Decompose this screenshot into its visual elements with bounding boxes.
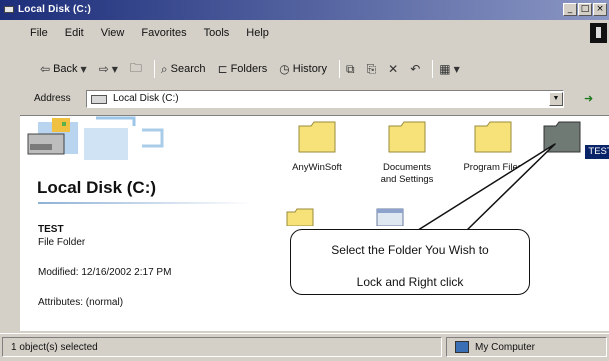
my-computer-icon (455, 341, 469, 353)
address-label: Address (34, 93, 71, 104)
history-label: History (292, 63, 327, 75)
folder-view: Local Disk (C:) TEST File Folder Modifie… (20, 115, 609, 331)
copy-to-icon: ⎘ (366, 61, 377, 76)
instruction-callout: Select the Folder You Wish to Lock and R… (290, 229, 530, 295)
drive-icon (91, 95, 107, 104)
views-button[interactable]: ▦ ▼ (439, 62, 460, 76)
menu-view[interactable]: View (101, 27, 125, 39)
forward-arrow-icon: ⇨ (98, 62, 109, 76)
back-arrow-icon: ⇦ (40, 62, 51, 76)
folders-icon: ⊏ (217, 62, 228, 76)
forward-button[interactable]: ⇨ ▼ (99, 62, 118, 76)
move-to-button[interactable]: ⧉ (346, 62, 355, 77)
toolbar-separator (153, 60, 155, 78)
menu-help[interactable]: Help (246, 27, 269, 39)
folders-label: Folders (230, 63, 268, 75)
window-title: Local Disk (C:) (18, 4, 92, 15)
move-to-icon: ⧉ (345, 61, 355, 76)
delete-icon: ✕ (388, 62, 399, 76)
windows-logo-icon (590, 23, 607, 43)
dropdown-arrow-icon: ▼ (453, 64, 460, 74)
address-value: Local Disk (C:) (113, 93, 179, 104)
copy-to-button[interactable]: ⎘ (367, 62, 377, 77)
toolbar-separator (432, 60, 434, 78)
dropdown-arrow-icon: ▼ (80, 64, 87, 74)
status-zone-text: My Computer (475, 342, 536, 353)
go-arrow-icon[interactable]: ➜ (584, 92, 593, 105)
back-button[interactable]: ⇦ Back ▼ (40, 62, 87, 76)
address-bar: Address Local Disk (C:) ▼ ➜ (0, 88, 609, 110)
search-label: Search (170, 63, 206, 75)
close-button[interactable]: × (593, 3, 607, 16)
status-cell-selection: 1 object(s) selected (2, 337, 442, 357)
menu-tools[interactable]: Tools (204, 27, 230, 39)
status-bar: 1 object(s) selected My Computer (0, 333, 609, 361)
search-button[interactable]: ⌕ Search (161, 62, 206, 77)
toolbar-separator (338, 60, 340, 78)
delete-button[interactable]: ✕ (388, 62, 398, 76)
toolbar: ⇦ Back ▼ ⇨ ▼ 🗀 ⌕ Search ⊏ Folders ◷ Hist… (0, 57, 609, 81)
window-controls: _ □ × (563, 3, 607, 16)
status-cell-zone: My Computer (446, 337, 607, 357)
history-icon: ◷ (279, 62, 290, 76)
address-dropdown-button[interactable]: ▼ (549, 92, 563, 106)
callout-line-1: Select the Folder You Wish to (331, 243, 489, 257)
views-icon: ▦ (439, 62, 451, 76)
history-button[interactable]: ◷ History (279, 62, 327, 76)
explorer-window: Local Disk (C:) _ □ × File Edit View Fav… (0, 0, 609, 361)
back-label: Back (53, 63, 78, 75)
callout-line-2: Lock and Right click (356, 275, 464, 289)
dropdown-arrow-icon: ▼ (111, 64, 118, 74)
drive-icon[interactable] (4, 6, 14, 13)
title-bar[interactable]: Local Disk (C:) _ □ × (0, 0, 609, 20)
up-button[interactable]: 🗀 (130, 59, 142, 80)
undo-icon: ↶ (410, 62, 421, 76)
undo-button[interactable]: ↶ (410, 62, 420, 76)
menu-favorites[interactable]: Favorites (141, 27, 186, 39)
menu-file[interactable]: File (30, 27, 48, 39)
menu-edit[interactable]: Edit (65, 27, 84, 39)
search-icon: ⌕ (160, 61, 168, 76)
menu-bar: File Edit View Favorites Tools Help (0, 22, 609, 44)
folders-button[interactable]: ⊏ Folders (218, 62, 268, 76)
up-folder-icon: 🗀 (129, 60, 142, 75)
minimize-button[interactable]: _ (563, 3, 577, 16)
maximize-button[interactable]: □ (578, 3, 592, 16)
callout-pointer (414, 143, 556, 233)
address-input[interactable]: Local Disk (C:) (86, 90, 564, 108)
status-selection-text: 1 object(s) selected (11, 342, 98, 353)
